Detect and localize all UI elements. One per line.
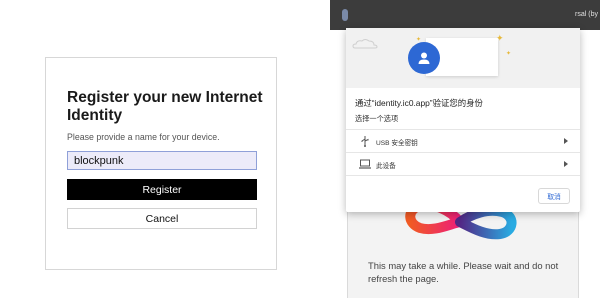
chevron-right-icon [564,138,568,144]
cloud-icon [352,39,378,49]
webauthn-dialog: ✦ ✦ ✦ 通过“identity.ic0.app”验证您的身份 选择一个选项 … [346,28,580,212]
option-this-device[interactable]: 此设备 [346,152,580,176]
option-usb-security-key[interactable]: USB 安全密钥 [346,129,580,152]
avatar-icon [408,42,440,74]
device-name-prompt: Please provide a name for your device. [67,132,220,142]
person-icon [418,52,430,64]
sparkle-icon: ✦ [506,51,512,57]
device-name-input[interactable] [67,151,257,170]
page-title: Register your new Internet Identity [67,89,263,124]
authenticator-options: USB 安全密钥 此设备 [346,129,580,176]
cancel-button[interactable]: Cancel [67,208,257,229]
dialog-subtitle: 选择一个选项 [355,114,399,123]
sparkle-icon: ✦ [496,33,504,43]
browser-tab-title[interactable]: rsal (by [575,11,598,18]
page-divider [347,212,348,298]
laptop-icon [359,159,371,169]
register-button[interactable]: Register [67,179,257,200]
page-divider [578,212,579,298]
dialog-header-illustration: ✦ ✦ ✦ [346,28,580,88]
dialog-title: 通过“identity.ic0.app”验证您的身份 [355,98,483,108]
dialog-cancel-button[interactable]: 取消 [538,188,570,204]
option-label: USB 安全密钥 [376,140,418,147]
option-label: 此设备 [376,163,396,170]
tab-favicon-icon [342,9,348,21]
browser-toolbar: rsal (by [330,0,600,30]
register-card: Register your new Internet Identity Plea… [45,57,277,270]
usb-icon [361,136,369,147]
loading-message: This may take a while. Please wait and d… [368,260,559,284]
chevron-right-icon [564,161,568,167]
